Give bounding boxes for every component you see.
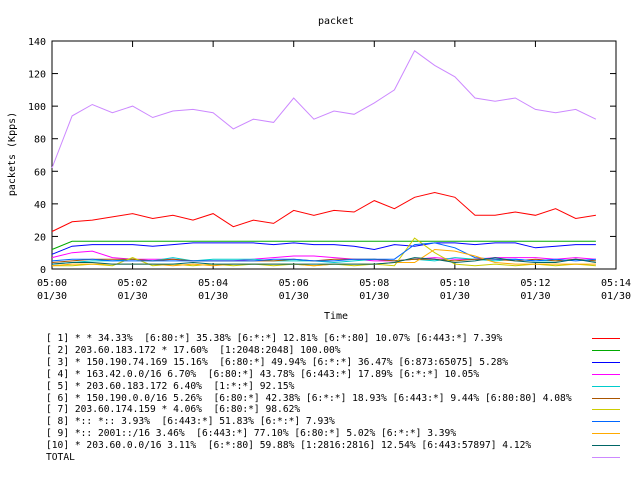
y-tick-label: 80 [34, 135, 46, 146]
x-axis-label: Time [324, 311, 348, 322]
x-tick-label: 05:14 [601, 278, 631, 289]
series-line-1 [51, 191, 596, 232]
x-tick-date-label: 01/30 [118, 291, 148, 302]
x-tick-date-label: 01/30 [279, 291, 309, 302]
y-tick-label: 40 [34, 200, 46, 211]
y-tick-label: 140 [28, 37, 46, 48]
y-tick-label: 60 [34, 167, 46, 178]
y-tick-label: 0 [40, 265, 46, 276]
plot-frame [51, 40, 617, 270]
x-tick-label: 05:08 [359, 278, 389, 289]
x-tick-label: 05:00 [37, 278, 67, 289]
x-tick-date-label: 01/30 [37, 291, 67, 302]
chart-title: packet [318, 16, 354, 27]
x-tick-date-label: 01/30 [520, 291, 550, 302]
x-tick-label: 05:12 [520, 278, 550, 289]
y-tick-label: 120 [28, 70, 46, 81]
x-tick-date-label: 01/30 [198, 291, 228, 302]
y-axis-label: packets (Kpps) [7, 112, 18, 196]
x-tick-date-label: 01/30 [601, 291, 631, 302]
series-line-11 [51, 50, 597, 169]
series-line-3 [51, 242, 596, 255]
y-tick-label: 20 [34, 232, 46, 243]
chart-canvas: packet packets (Kpps) Time 0 20 40 60 80 100 1… [7, 16, 631, 322]
x-tick-date-label: 01/30 [440, 291, 470, 302]
x-tick-label: 05:02 [118, 278, 148, 289]
plot-area: 0 20 40 60 80 100 120 140 05:00 01/30 05:02 01/30 05… [28, 37, 631, 302]
x-tick-label: 05:06 [279, 278, 309, 289]
x-tick-date-label: 01/30 [359, 291, 389, 302]
x-tick-label: 05:04 [198, 278, 228, 289]
x-tick-label: 05:10 [440, 278, 470, 289]
y-tick-label: 100 [28, 102, 46, 113]
